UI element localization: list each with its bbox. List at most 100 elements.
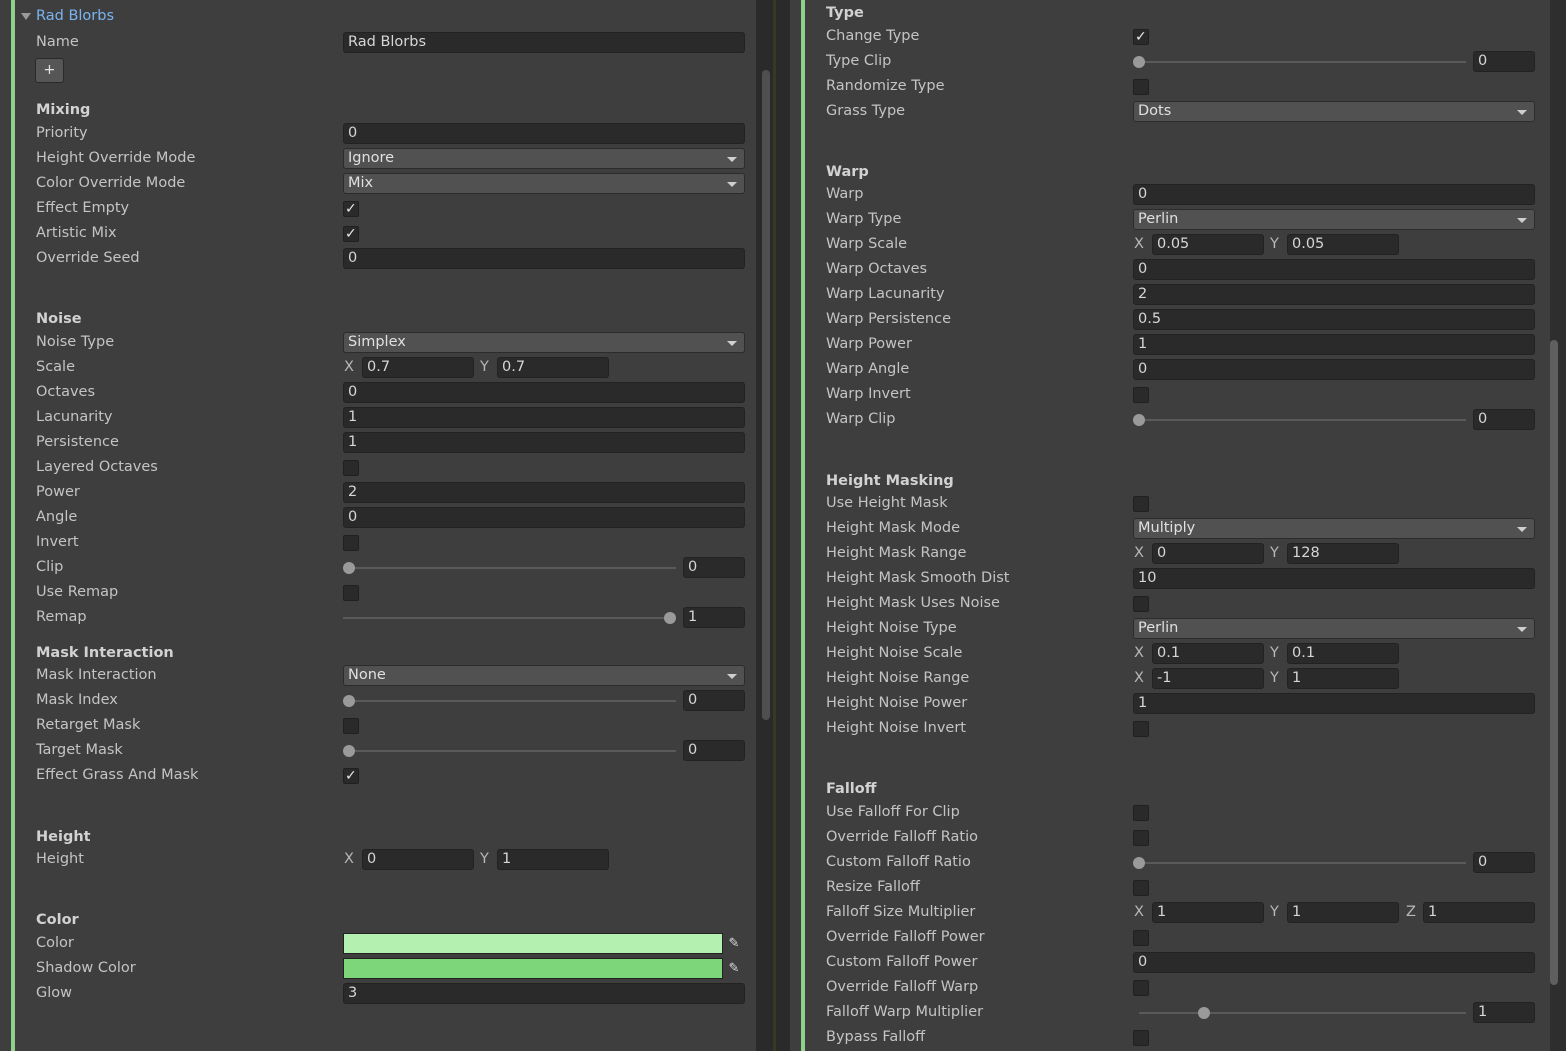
- custom-falloff-power-field[interactable]: 0: [1133, 952, 1535, 973]
- height-noise-range-x-field[interactable]: -1: [1152, 668, 1264, 689]
- clip-slider-track[interactable]: [349, 567, 676, 569]
- falloff-warp-multiplier-slider-track[interactable]: [1139, 1012, 1466, 1014]
- falloff-warp-multiplier-slider-thumb[interactable]: [1198, 1007, 1210, 1019]
- add-button[interactable]: +: [35, 58, 64, 83]
- override-falloff-power-checkbox[interactable]: [1133, 930, 1149, 946]
- remap-slider-track[interactable]: [343, 617, 670, 619]
- height-x-field[interactable]: 0: [362, 849, 474, 870]
- height-y-field[interactable]: 1: [497, 849, 609, 870]
- warp-scale-x-field[interactable]: 0.05: [1152, 234, 1264, 255]
- foldout-triangle-icon[interactable]: [21, 13, 31, 20]
- height-noise-range-y-field[interactable]: 1: [1287, 668, 1399, 689]
- warp-clip-slider-track[interactable]: [1139, 419, 1466, 421]
- mask-index-field[interactable]: 0: [683, 690, 745, 711]
- override-falloff-ratio-checkbox[interactable]: [1133, 830, 1149, 846]
- mask-interaction-dropdown[interactable]: None: [343, 665, 745, 686]
- type-clip-slider-thumb[interactable]: [1133, 56, 1145, 68]
- height-mask-range-y-field[interactable]: 128: [1287, 543, 1399, 564]
- height-noise-scale-y-field[interactable]: 0.1: [1287, 643, 1399, 664]
- mask-index-slider-track[interactable]: [349, 700, 676, 702]
- height-mask-uses-noise-checkbox[interactable]: [1133, 596, 1149, 612]
- clip-field[interactable]: 0: [683, 557, 745, 578]
- component-title[interactable]: Rad Blorbs: [36, 8, 114, 24]
- right-scrollbar[interactable]: [1550, 0, 1566, 1051]
- angle-field[interactable]: 0: [343, 507, 745, 528]
- height-mask-uses-noise-label: Height Mask Uses Noise: [826, 595, 1000, 611]
- effect-grass-mask-checkbox[interactable]: ✓: [343, 768, 359, 784]
- remap-field[interactable]: 1: [683, 607, 745, 628]
- artistic-mix-checkbox[interactable]: ✓: [343, 226, 359, 242]
- resize-falloff-checkbox[interactable]: [1133, 880, 1149, 896]
- type-clip-slider-track[interactable]: [1139, 61, 1466, 63]
- layered-octaves-checkbox[interactable]: [343, 460, 359, 476]
- use-falloff-clip-checkbox[interactable]: [1133, 805, 1149, 821]
- scale-x-field[interactable]: 0.7: [362, 357, 474, 378]
- target-mask-slider-thumb[interactable]: [343, 745, 355, 757]
- effect-empty-checkbox[interactable]: ✓: [343, 201, 359, 217]
- falloff-size-x-field[interactable]: 1: [1152, 902, 1264, 923]
- power-field[interactable]: 2: [343, 482, 745, 503]
- grass-type-dropdown[interactable]: Dots: [1133, 101, 1535, 122]
- custom-falloff-ratio-slider-thumb[interactable]: [1133, 857, 1145, 869]
- warp-type-label: Warp Type: [826, 211, 902, 227]
- clip-slider-thumb[interactable]: [343, 562, 355, 574]
- custom-falloff-ratio-slider-track[interactable]: [1139, 862, 1466, 864]
- height-noise-invert-checkbox[interactable]: [1133, 721, 1149, 737]
- warp-type-dropdown[interactable]: Perlin: [1133, 209, 1535, 230]
- glow-field[interactable]: 3: [343, 983, 745, 1004]
- height-noise-power-field[interactable]: 1: [1133, 693, 1535, 714]
- left-scrollbar-thumb[interactable]: [762, 70, 770, 720]
- type-clip-field[interactable]: 0: [1473, 51, 1535, 72]
- warp-persistence-field[interactable]: 0.5: [1133, 309, 1535, 330]
- priority-field[interactable]: 0: [343, 123, 745, 144]
- persistence-field[interactable]: 1: [343, 432, 745, 453]
- warp-lacunarity-field[interactable]: 2: [1133, 284, 1535, 305]
- warp-clip-field[interactable]: 0: [1473, 409, 1535, 430]
- invert-checkbox[interactable]: [343, 535, 359, 551]
- override-falloff-warp-checkbox[interactable]: [1133, 980, 1149, 996]
- eyedropper-icon[interactable]: ✎: [724, 933, 744, 954]
- height-mask-range-x-field[interactable]: 0: [1152, 543, 1264, 564]
- scale-y-field[interactable]: 0.7: [497, 357, 609, 378]
- custom-falloff-ratio-field[interactable]: 0: [1473, 852, 1535, 873]
- bypass-falloff-checkbox[interactable]: [1133, 1030, 1149, 1046]
- warp-octaves-field[interactable]: 0: [1133, 259, 1535, 280]
- height-override-dropdown[interactable]: Ignore: [343, 148, 745, 169]
- change-type-checkbox[interactable]: ✓: [1133, 29, 1149, 45]
- color-swatch[interactable]: [343, 933, 723, 954]
- noise-type-dropdown[interactable]: Simplex: [343, 332, 745, 353]
- warp-header: Warp: [826, 164, 869, 180]
- scale-label: Scale: [36, 359, 76, 375]
- name-field[interactable]: Rad Blorbs: [343, 32, 745, 53]
- height-mask-smooth-field[interactable]: 10: [1133, 568, 1535, 589]
- target-mask-field[interactable]: 0: [683, 740, 745, 761]
- falloff-warp-multiplier-field[interactable]: 1: [1473, 1002, 1535, 1023]
- warp-scale-y-field[interactable]: 0.05: [1287, 234, 1399, 255]
- warp-power-field[interactable]: 1: [1133, 334, 1535, 355]
- eyedropper-icon[interactable]: ✎: [724, 958, 744, 979]
- warp-clip-slider-thumb[interactable]: [1133, 414, 1145, 426]
- override-seed-field[interactable]: 0: [343, 248, 745, 269]
- octaves-field[interactable]: 0: [343, 382, 745, 403]
- height-mask-mode-dropdown[interactable]: Multiply: [1133, 518, 1535, 539]
- remap-slider-thumb[interactable]: [664, 612, 676, 624]
- retarget-mask-checkbox[interactable]: [343, 718, 359, 734]
- warp-angle-field[interactable]: 0: [1133, 359, 1535, 380]
- target-mask-slider-track[interactable]: [349, 750, 676, 752]
- lacunarity-field[interactable]: 1: [343, 407, 745, 428]
- right-scrollbar-thumb[interactable]: [1550, 340, 1558, 985]
- use-remap-checkbox[interactable]: [343, 585, 359, 601]
- height-noise-type-dropdown[interactable]: Perlin: [1133, 618, 1535, 639]
- warp-invert-checkbox[interactable]: [1133, 387, 1149, 403]
- warp-octaves-label: Warp Octaves: [826, 261, 928, 277]
- panel-divider[interactable]: [756, 0, 790, 1051]
- use-height-mask-checkbox[interactable]: [1133, 496, 1149, 512]
- randomize-type-checkbox[interactable]: [1133, 79, 1149, 95]
- warp-field[interactable]: 0: [1133, 184, 1535, 205]
- height-noise-scale-x-field[interactable]: 0.1: [1152, 643, 1264, 664]
- shadow-color-swatch[interactable]: [343, 958, 723, 979]
- falloff-size-y-field[interactable]: 1: [1287, 902, 1399, 923]
- falloff-size-z-field[interactable]: 1: [1423, 902, 1535, 923]
- color-override-dropdown[interactable]: Mix: [343, 173, 745, 194]
- mask-index-slider-thumb[interactable]: [343, 695, 355, 707]
